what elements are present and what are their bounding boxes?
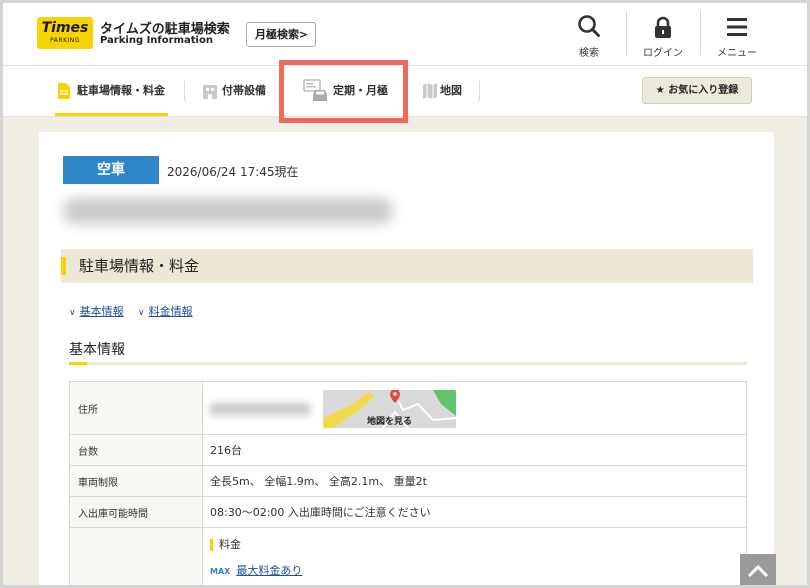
max-tag: MAX — [210, 567, 231, 576]
address-redacted — [210, 402, 310, 415]
menu-button[interactable]: メニュー — [707, 11, 767, 61]
table-row: 住所 地図を見る — [69, 381, 747, 435]
map-icon — [423, 83, 437, 99]
address-cell: 地図を見る — [202, 381, 747, 435]
table-row: 入出庫可能時間 08:30～02:00 入出庫時間にご注意ください — [69, 496, 747, 528]
star-icon: ★ — [655, 85, 665, 96]
header-divider — [700, 11, 701, 55]
row-label: 車両制限 — [69, 465, 203, 497]
row-value: 216台 — [202, 434, 747, 466]
chevron-down-icon: ∨ — [69, 308, 76, 318]
subsection-underline — [69, 362, 747, 365]
login-button[interactable]: ログイン — [633, 11, 693, 61]
row-label: 入出庫可能時間 — [69, 496, 203, 528]
subsection-title: 基本情報 — [69, 342, 125, 358]
add-favorite-button[interactable]: ★ お気に入り登録 — [642, 77, 752, 104]
chevron-down-icon: ∨ — [138, 308, 145, 318]
row-value: 全長5m、 全幅1.9m、 全高2.1m、 重量2t — [202, 465, 747, 497]
search-icon — [578, 15, 600, 37]
header-divider — [626, 11, 627, 55]
table-row: 車両制限 全長5m、 全幅1.9m、 全高2.1m、 重量2t — [69, 465, 747, 497]
status-timestamp: 2026/06/24 17:45現在 — [167, 165, 299, 179]
view-map-button[interactable]: 地図を見る — [323, 390, 456, 428]
scroll-to-top-button[interactable] — [740, 554, 776, 585]
row-label — [69, 527, 203, 585]
chevron-right-icon: > — [298, 28, 308, 41]
section-accent — [61, 257, 66, 275]
tab-map[interactable]: 地図 — [420, 66, 480, 116]
search-button[interactable]: 検索 — [559, 11, 619, 61]
menu-icon — [727, 18, 747, 36]
monthly-search-button[interactable]: 月極検索 > — [246, 22, 316, 47]
status-badge: 空車 — [63, 156, 159, 184]
max-fee-row: MAX 最大料金あり — [210, 562, 746, 578]
page-frame: Times PARKING タイムズの駐車場検索 Parking Informa… — [0, 0, 810, 588]
tab-divider — [184, 81, 185, 101]
building-icon — [203, 85, 217, 99]
parking-name-redacted — [63, 198, 393, 224]
tab-divider — [479, 81, 480, 101]
row-label: 住所 — [69, 381, 203, 435]
times-logo[interactable]: Times PARKING — [37, 17, 93, 49]
row-value: 08:30～02:00 入出庫時間にご注意ください — [202, 496, 747, 528]
site-subtitle: Parking Information — [100, 35, 213, 46]
document-icon — [58, 83, 70, 99]
fee-cell: 料金 MAX 最大料金あり — [202, 527, 747, 585]
site-header: Times PARKING タイムズの駐車場検索 Parking Informa… — [3, 3, 807, 66]
section-heading: 駐車場情報・料金 — [61, 249, 753, 283]
parking-detail-card: 空車 2026/06/24 17:45現在 駐車場情報・料金 ∨ 基本情報 ∨ 料金… — [39, 132, 774, 585]
table-row: 料金 MAX 最大料金あり — [69, 527, 747, 585]
row-label: 台数 — [69, 434, 203, 466]
basic-info-table: 住所 地図を見る 台数 216台 車両制限 全長5m、 全幅1.9m、 全高2.… — [69, 381, 747, 585]
chevron-up-icon — [747, 564, 769, 578]
fee-label: 料金 — [210, 536, 746, 552]
lock-icon — [655, 16, 671, 38]
highlight-box — [279, 60, 408, 123]
anchor-fee-info[interactable]: ∨ 料金情報 — [138, 303, 193, 319]
tab-parking-info[interactable]: 駐車場情報・料金 — [55, 66, 168, 116]
max-fee-link[interactable]: 最大料金あり — [236, 564, 302, 577]
anchor-basic-info[interactable]: ∨ 基本情報 — [69, 303, 124, 319]
table-row: 台数 216台 — [69, 434, 747, 466]
tab-facilities[interactable]: 付帯設備 — [200, 66, 280, 116]
